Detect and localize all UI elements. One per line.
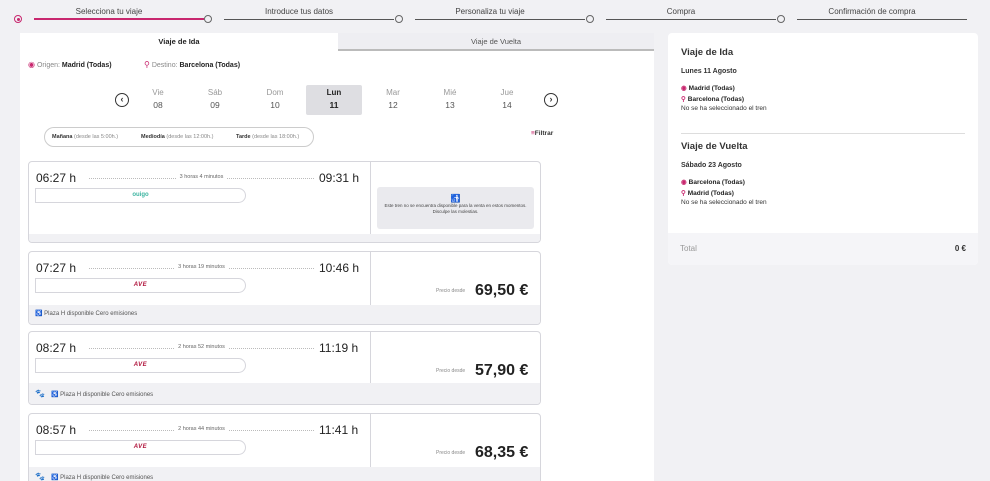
summary-outbound: Viaje de Ida Lunes 11 Agosto ◉ Madrid (To… <box>681 47 767 112</box>
step-2-label: Introduce tus datos <box>264 7 334 16</box>
tab-return[interactable]: Viaje de Vuelta <box>338 33 654 51</box>
destination: ⚲ Destino: Barcelona (Todas) <box>144 60 241 69</box>
step-5-label: Confirmación de compra <box>828 7 916 16</box>
price-label: Precio desde <box>436 368 466 374</box>
card-footer: 🐾 ♿ Plaza H disponible Cero emisiones <box>29 467 540 481</box>
origin-value: Madrid (Todas) <box>61 62 112 69</box>
accessibility-icon: ♿ <box>50 475 59 481</box>
total-value: 0 € <box>954 244 966 253</box>
card-footer: ♿ Plaza H disponible Cero emisiones <box>29 305 540 324</box>
ave-logo: AVE <box>35 440 246 455</box>
departure-time: 07:27 h <box>36 261 77 275</box>
departure-time: 06:27 h <box>36 171 77 185</box>
tab-outbound[interactable]: Viaje de Ida <box>20 33 338 51</box>
step-3-dot <box>395 15 403 23</box>
time-of-day-filter: Mañana (desde las 5:00h.) Mediodía (desd… <box>44 127 314 147</box>
duration: 3 horas 19 minutos <box>89 264 314 270</box>
summary-outbound-date: Lunes 11 Agosto <box>681 68 737 75</box>
origin-pin-icon: ◉ <box>681 85 687 92</box>
day-sat[interactable]: Sáb 09 <box>187 85 243 115</box>
next-days-icon[interactable]: › <box>544 93 558 107</box>
total-label: Total <box>680 244 697 253</box>
destination-pin-icon: ⚲ <box>681 190 686 197</box>
duration: 2 horas 52 minutos <box>89 344 314 350</box>
summary-outbound-title: Viaje de Ida <box>681 47 734 58</box>
step-2-dot <box>204 15 212 23</box>
day-sun[interactable]: Dom 10 <box>247 85 303 115</box>
price-label: Precio desde <box>436 288 466 294</box>
accessibility-icon: ♿ <box>50 392 59 398</box>
day-fri[interactable]: Vie 08 <box>130 85 186 115</box>
step-5-dot <box>777 15 785 23</box>
trip-tabs: Viaje de Ida Viaje de Vuelta <box>20 33 654 51</box>
step-4-dot <box>586 15 594 23</box>
price[interactable]: 68,35 € <box>475 444 528 462</box>
day-mon-selected[interactable]: Lun 11 <box>306 85 362 115</box>
pet-icon: 🐾 <box>35 472 45 481</box>
destination-pin-icon: ⚲ <box>144 60 150 69</box>
destination-pin-icon: ⚲ <box>681 96 686 103</box>
trip-summary: Viaje de Ida Lunes 11 Agosto ◉ Madrid (To… <box>668 33 978 265</box>
divider <box>681 133 965 134</box>
price[interactable]: 69,50 € <box>475 282 528 300</box>
step-1-dot <box>14 15 22 23</box>
ave-logo: AVE <box>35 278 246 293</box>
step-4-label: Compra <box>666 7 696 16</box>
pet-icon: 🐾 <box>35 389 45 398</box>
origin-pin-icon: ◉ <box>681 179 687 186</box>
total-bar: Total 0 € <box>668 233 978 265</box>
progress-stepper: Selecciona tu viaje Introduce tus datos … <box>0 0 990 30</box>
card-footer <box>29 234 540 242</box>
origin-pin-icon: ◉ <box>28 60 35 69</box>
origin: ◉ Origen: Madrid (Todas) <box>28 60 112 69</box>
price[interactable]: 57,90 € <box>475 362 528 380</box>
card-footer: 🐾 ♿ Plaza H disponible Cero emisiones <box>29 383 540 404</box>
departure-time: 08:27 h <box>36 341 77 355</box>
step-1-label[interactable]: Selecciona tu viaje <box>34 7 184 16</box>
summary-return-title: Viaje de Vuelta <box>681 141 748 152</box>
summary-return: Viaje de Vuelta Sábado 23 Agosto ◉ Barcel… <box>681 141 767 206</box>
arrival-time: 11:41 h <box>319 423 359 437</box>
day-thu[interactable]: Jue 14 <box>479 85 535 115</box>
day-wed[interactable]: Mié 13 <box>422 85 478 115</box>
features: Plaza H disponible Cero emisiones <box>60 392 154 398</box>
accessibility-icon: ♿ <box>35 311 43 317</box>
features: Plaza H disponible Cero emisiones <box>44 311 138 317</box>
price-label: Precio desde <box>436 450 466 456</box>
arrival-time: 11:19 h <box>319 341 359 355</box>
unavailable-notice: 🚮 Este tren no se encuentra disponible p… <box>377 187 534 229</box>
train-card[interactable]: 08:57 h 2 horas 44 minutos 11:41 h AVE P… <box>28 413 541 481</box>
features: Plaza H disponible Cero emisiones <box>60 475 154 481</box>
destination-value: Barcelona (Todas) <box>179 62 241 69</box>
train-search-panel: Viaje de Ida Viaje de Vuelta ◉ Origen: Ma… <box>20 33 654 481</box>
filter-noon[interactable]: Mediodía (desde las 12:00h.) <box>141 134 213 140</box>
prev-days-icon[interactable]: ‹ <box>115 93 129 107</box>
route-info: ◉ Origen: Madrid (Todas) ⚲ Destino: Barcel… <box>28 60 240 69</box>
filter-morning[interactable]: Mañana (desde las 5:00h.) <box>52 134 118 140</box>
departure-time: 08:57 h <box>36 423 77 437</box>
train-card[interactable]: 06:27 h 3 horas 4 minutos 09:31 h ouigo … <box>28 161 541 243</box>
duration: 3 horas 4 minutos <box>89 174 314 180</box>
duration: 2 horas 44 minutos <box>89 426 314 432</box>
ouigo-logo: ouigo <box>35 188 246 203</box>
unavailable-icon: 🚮 <box>450 194 461 203</box>
filter-button[interactable]: ≡Filtrar <box>531 130 553 137</box>
day-tue[interactable]: Mar 12 <box>365 85 421 115</box>
arrival-time: 10:46 h <box>319 261 360 275</box>
arrival-time: 09:31 h <box>319 171 360 185</box>
summary-return-date: Sábado 23 Agosto <box>681 162 742 169</box>
train-card[interactable]: 08:27 h 2 horas 52 minutos 11:19 h AVE P… <box>28 331 541 405</box>
filter-evening[interactable]: Tarde (desde las 18:00h.) <box>236 134 299 140</box>
ave-logo: AVE <box>35 358 246 373</box>
train-card[interactable]: 07:27 h 3 horas 19 minutos 10:46 h AVE P… <box>28 251 541 325</box>
step-3-label: Personaliza tu viaje <box>455 7 525 16</box>
